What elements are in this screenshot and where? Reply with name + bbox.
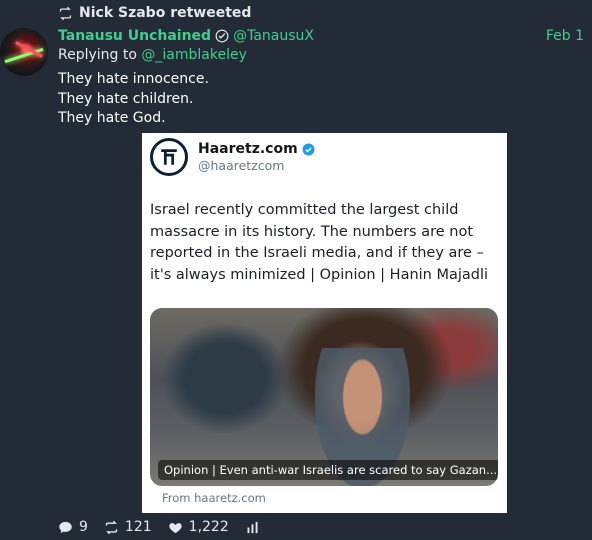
embed-source-name: Haaretz.com <box>198 141 315 157</box>
replying-prefix: Replying to <box>58 47 142 63</box>
tweet-date[interactable]: Feb 1 <box>546 28 584 44</box>
reply-count: 9 <box>79 519 88 535</box>
tweet-text-line: They hate God. <box>58 110 166 126</box>
retweet-icon <box>105 520 118 534</box>
photo-caption: Opinion | Even anti-war Israelis are sca… <box>158 460 498 480</box>
news-photo: Opinion | Even anti-war Israelis are sca… <box>150 308 498 486</box>
retweet-icon <box>59 6 72 20</box>
like-button[interactable]: 1,222 <box>168 519 229 535</box>
retweet-indicator: Nick Szabo retweeted <box>58 5 251 21</box>
analytics-button[interactable] <box>245 520 260 535</box>
haaretz-logo-icon <box>150 138 188 176</box>
tweet-text-line: They hate innocence. <box>58 71 209 87</box>
retweet-label: Nick Szabo retweeted <box>79 5 252 21</box>
reply-button[interactable]: 9 <box>58 519 88 535</box>
embed-from-source: From haaretz.com <box>162 491 266 505</box>
tweet-text-line: They hate children. <box>58 90 194 107</box>
retweet-button[interactable]: 121 <box>104 519 152 535</box>
reply-icon <box>59 521 72 533</box>
author-name[interactable]: Tanausu Unchained <box>58 28 211 44</box>
haaretz-h-glyph-icon <box>161 149 177 165</box>
replying-mention-link[interactable]: @_iamblakeley <box>141 47 246 63</box>
retweet-count: 121 <box>124 519 152 535</box>
bar-chart-icon <box>247 521 258 533</box>
like-count: 1,222 <box>188 519 229 535</box>
author-handle[interactable]: @TanausuX <box>233 28 314 44</box>
embed-source-handle: @haaretzcom <box>198 158 285 173</box>
replying-to: Replying to @_iamblakeley <box>58 47 247 63</box>
avatar[interactable] <box>0 28 48 76</box>
verified-badge-icon <box>215 29 229 43</box>
embed-source-name-text: Haaretz.com <box>198 141 298 157</box>
tweet-text: They hate innocence. They hate children.… <box>58 70 209 129</box>
verified-badge-icon <box>302 143 315 155</box>
embedded-tweet-image[interactable]: Haaretz.com @haaretzcom Israel recently … <box>142 133 507 513</box>
tweet-header: Tanausu Unchained @TanausuX Feb 1 <box>58 26 584 46</box>
embed-headline: Israel recently committed the largest ch… <box>150 202 489 283</box>
heart-icon <box>168 522 182 533</box>
tweet-actions: 9 121 1,222 <box>58 519 260 535</box>
